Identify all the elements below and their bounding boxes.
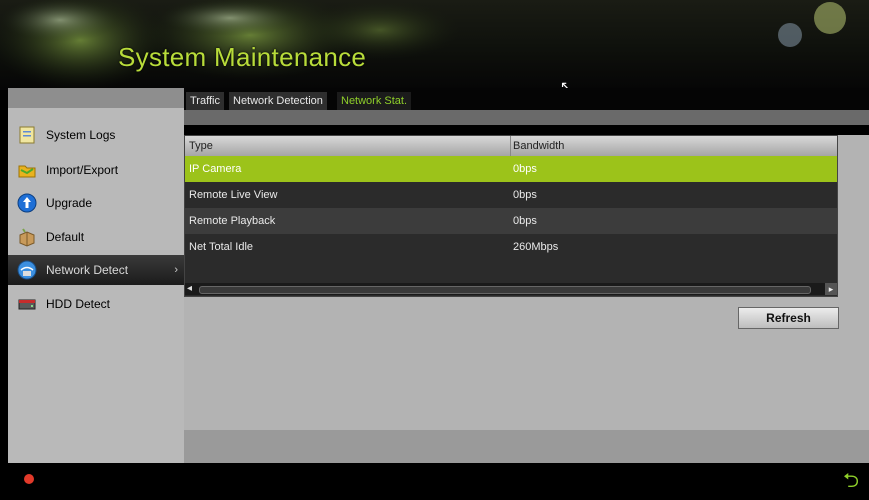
cell-bandwidth: 0bps (513, 163, 537, 175)
horizontal-scrollbar[interactable]: ◂ ▸ (185, 283, 837, 295)
cell-type: Remote Playback (189, 215, 276, 227)
refresh-button[interactable]: Refresh (738, 307, 839, 329)
cell-bandwidth: 260Mbps (513, 241, 559, 253)
table-header: Type Bandwidth (185, 136, 837, 156)
sidebar-item-label: Upgrade (46, 196, 93, 210)
sidebar-item-label: Import/Export (46, 163, 119, 177)
table-row[interactable]: Net Total Idle 260Mbps (185, 234, 837, 260)
table-row[interactable]: Remote Playback 0bps (185, 208, 837, 234)
tab-traffic[interactable]: Traffic (186, 92, 224, 110)
network-stat-table: Type Bandwidth IP Camera 0bps Remote Liv… (184, 135, 838, 297)
content-footer (184, 430, 869, 463)
sidebar-item-network-detect[interactable]: Network Detect › (8, 255, 184, 285)
column-header-type[interactable]: Type (189, 140, 213, 152)
sidebar-item-hdd-detect[interactable]: HDD Detect (8, 289, 184, 319)
hdd-icon (16, 293, 38, 315)
cell-type: IP Camera (189, 163, 242, 175)
sidebar-item-label: System Logs (46, 128, 116, 142)
sidebar-header (8, 88, 184, 108)
column-header-bandwidth[interactable]: Bandwidth (513, 140, 564, 152)
document-icon (16, 124, 38, 146)
header-banner: System Maintenance (0, 0, 869, 90)
cell-type: Remote Live View (189, 189, 278, 201)
sidebar-item-upgrade[interactable]: Upgrade (8, 188, 184, 218)
sidebar-item-default[interactable]: Default (8, 222, 184, 252)
sidebar-item-label: Network Detect (46, 263, 129, 277)
record-indicator-icon (24, 474, 34, 484)
sidebar-item-import-export[interactable]: Import/Export (8, 155, 184, 185)
sidebar-item-system-logs[interactable]: System Logs (8, 120, 184, 150)
tab-network-detection[interactable]: Network Detection (229, 92, 327, 110)
column-divider[interactable] (510, 136, 511, 156)
folder-icon (16, 159, 38, 181)
scroll-right-icon[interactable]: ▸ (825, 283, 837, 295)
chevron-right-icon: › (174, 264, 178, 276)
network-icon (16, 259, 38, 281)
tab-network-stat[interactable]: Network Stat. (337, 92, 412, 110)
sidebar-item-label: HDD Detect (46, 297, 111, 311)
page-title: System Maintenance (118, 42, 367, 72)
scroll-track[interactable] (199, 286, 811, 294)
box-icon (16, 226, 38, 248)
cell-bandwidth: 0bps (513, 189, 537, 201)
scroll-left-icon[interactable]: ◂ (187, 283, 192, 294)
content-separator (184, 125, 869, 135)
upgrade-icon (16, 192, 38, 214)
cell-type: Net Total Idle (189, 241, 254, 253)
bottom-bar (0, 463, 869, 493)
back-arrow-icon[interactable]: ⮌ (843, 466, 859, 500)
cell-bandwidth: 0bps (513, 215, 537, 227)
table-row[interactable]: IP Camera 0bps (185, 156, 837, 182)
sidebar-item-label: Default (46, 230, 85, 244)
table-row[interactable]: Remote Live View 0bps (185, 182, 837, 208)
tab-divider (184, 110, 869, 125)
